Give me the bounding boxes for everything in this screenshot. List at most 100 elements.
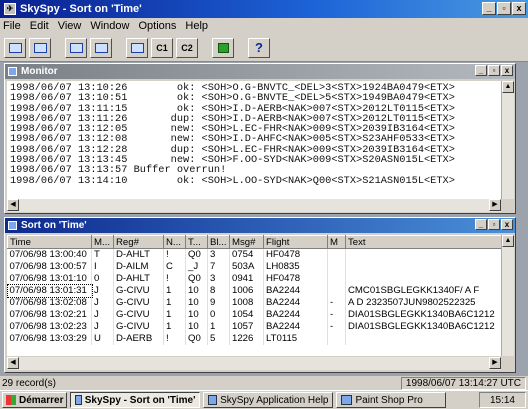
c2-button[interactable]: C2 [176, 37, 198, 58]
maximize-button[interactable]: ▫ [497, 2, 511, 15]
column-header[interactable]: M [327, 235, 346, 249]
document-icon [69, 42, 83, 53]
column-header[interactable]: N... [163, 235, 186, 249]
sort-close-button[interactable]: x [501, 219, 513, 230]
column-header[interactable]: Flight [263, 235, 328, 249]
table-cell [327, 248, 346, 261]
toolbar: C1 C2 ? [0, 34, 528, 62]
table-cell: D-AHLT [113, 248, 164, 261]
grid-header: Time M... Reg# N... T... Bl... Msg# Flight M Text [7, 235, 501, 249]
table-row[interactable]: 07/06/98 13:02:08 J G-CIVU 1 10 9 1008 BA2244- A… [7, 296, 501, 309]
task-help[interactable]: SkySpy Application Help [203, 392, 334, 408]
upload-button[interactable] [90, 37, 112, 58]
table-row[interactable]: 07/06/98 13:02:23 J G-CIVU 1 10 1 1057 BA2244- D… [7, 320, 501, 333]
monitor-log[interactable]: 1998/06/07 13:10:26 ok: <SOH>O.G-BNVTC_<… [7, 81, 501, 199]
table-cell: U [91, 332, 114, 345]
table-cell: 07/06/98 13:02:23 [7, 320, 92, 333]
menu-file[interactable]: File [3, 20, 21, 32]
table-cell: 8 [207, 284, 230, 297]
sort-vscrollbar[interactable]: ▲ [501, 235, 514, 356]
c1-button[interactable]: C1 [151, 37, 173, 58]
column-header[interactable]: Time [7, 235, 92, 249]
task-skyspy-label: SkySpy - Sort on 'Time' [84, 394, 196, 406]
monitor-minimize-button[interactable]: _ [475, 65, 487, 76]
monitor-window-button[interactable] [4, 37, 26, 58]
app-title: SkySpy - Sort on 'Time' [20, 3, 142, 15]
scroll-left-icon[interactable]: ◀ [7, 199, 19, 211]
monitor-window: Monitor _ ▫ x 1998/06/07 13:10:26 ok: <S… [4, 63, 516, 214]
start-label: Démarrer [19, 394, 64, 406]
window-icon [8, 42, 22, 53]
table-cell: DIA01SBGLEGKK1340BA6C1212 [345, 308, 501, 321]
table-cell: T [91, 248, 114, 261]
table-cell: 1 [163, 308, 186, 321]
table-cell: - [327, 296, 346, 309]
messages-grid: Time M... Reg# N... T... Bl... Msg# Flight M Text… [7, 235, 501, 356]
table-row[interactable]: 07/06/98 13:02:21 J G-CIVU 1 10 0 1054 BA2244- D… [7, 308, 501, 321]
table-cell: D-AILM [113, 260, 164, 273]
scroll-up-icon[interactable]: ▲ [502, 235, 514, 247]
record-button[interactable] [212, 37, 234, 58]
table-row[interactable]: 07/06/98 13:01:10 0 D-AHLT! Q0 3 0941 HF0478 [7, 272, 501, 285]
windows-logo-icon [6, 395, 16, 405]
tile-button[interactable] [126, 37, 148, 58]
menu-view[interactable]: View [58, 20, 82, 32]
monitor-hscrollbar[interactable]: ◀ ▶ [7, 199, 501, 212]
scroll-right-icon[interactable]: ▶ [489, 199, 501, 211]
table-cell: 07/06/98 13:00:40 [7, 248, 92, 261]
column-header[interactable]: Msg# [229, 235, 264, 249]
table-cell: 07/06/98 13:02:21 [7, 308, 92, 321]
sort-maximize-button[interactable]: ▫ [488, 219, 500, 230]
help-button[interactable]: ? [248, 37, 270, 58]
menu-edit[interactable]: Edit [30, 20, 49, 32]
column-header[interactable]: M... [91, 235, 114, 249]
table-cell: 0 [91, 272, 114, 285]
clock: 15:14 [478, 392, 526, 408]
table-cell: J [91, 308, 114, 321]
column-header[interactable]: Reg# [113, 235, 164, 249]
table-cell: 3 [207, 272, 230, 285]
table-cell: 1054 [229, 308, 264, 321]
table-cell: I [91, 260, 114, 273]
scroll-up-icon[interactable]: ▲ [502, 81, 514, 93]
column-header[interactable]: Text [345, 235, 501, 249]
table-cell: 07/06/98 13:01:31 [7, 283, 93, 298]
monitor-vscrollbar[interactable]: ▲ [501, 81, 514, 199]
table-cell: 1006 [229, 284, 264, 297]
menu-window[interactable]: Window [90, 20, 129, 32]
monitor-close-button[interactable]: x [501, 65, 513, 76]
minimize-button[interactable]: _ [482, 2, 496, 15]
sort-hscrollbar[interactable]: ◀ ▶ [7, 357, 501, 370]
list-window-button[interactable] [29, 37, 51, 58]
table-row[interactable]: 07/06/98 13:01:31 J G-CIVU 1 10 8 1006 BA2244 CM… [7, 283, 501, 298]
table-cell: G-CIVU [113, 284, 164, 297]
open-button[interactable] [65, 37, 87, 58]
scroll-right-icon[interactable]: ▶ [489, 357, 501, 369]
table-cell: C [163, 260, 186, 273]
close-button[interactable]: x [512, 2, 526, 15]
table-row[interactable]: 07/06/98 13:00:40 T D-AHLT! Q0 3 0754 HF0478 [7, 248, 501, 261]
monitor-maximize-button[interactable]: ▫ [488, 65, 500, 76]
table-cell: 1 [163, 284, 186, 297]
column-header[interactable]: T... [185, 235, 208, 249]
menu-options[interactable]: Options [138, 20, 176, 32]
sort-minimize-button[interactable]: _ [475, 219, 487, 230]
table-cell: BA2244 [263, 308, 328, 321]
table-row[interactable]: 07/06/98 13:03:29 U D-AERB! Q0 5 1226 LT0115 [7, 332, 501, 345]
table-cell: G-CIVU [113, 296, 164, 309]
table-cell: 07/06/98 13:00:57 [7, 260, 92, 273]
table-row[interactable]: 07/06/98 13:00:57 I D-AILM C _J 7 503A LH0835 [7, 260, 501, 273]
task-paintshop[interactable]: Paint Shop Pro [336, 392, 447, 408]
table-cell: Q0 [185, 272, 208, 285]
task-skyspy[interactable]: SkySpy - Sort on 'Time' [70, 392, 201, 408]
table-cell: 1008 [229, 296, 264, 309]
table-cell: 10 [185, 320, 208, 333]
column-header[interactable]: Bl... [207, 235, 230, 249]
task-help-label: SkySpy Application Help [220, 394, 329, 406]
table-cell: 07/06/98 13:03:29 [7, 332, 92, 345]
help-icon: ? [255, 40, 263, 55]
menu-help[interactable]: Help [185, 20, 208, 32]
table-cell [327, 332, 346, 345]
start-button[interactable]: Démarrer [2, 392, 68, 408]
scroll-left-icon[interactable]: ◀ [7, 357, 19, 369]
